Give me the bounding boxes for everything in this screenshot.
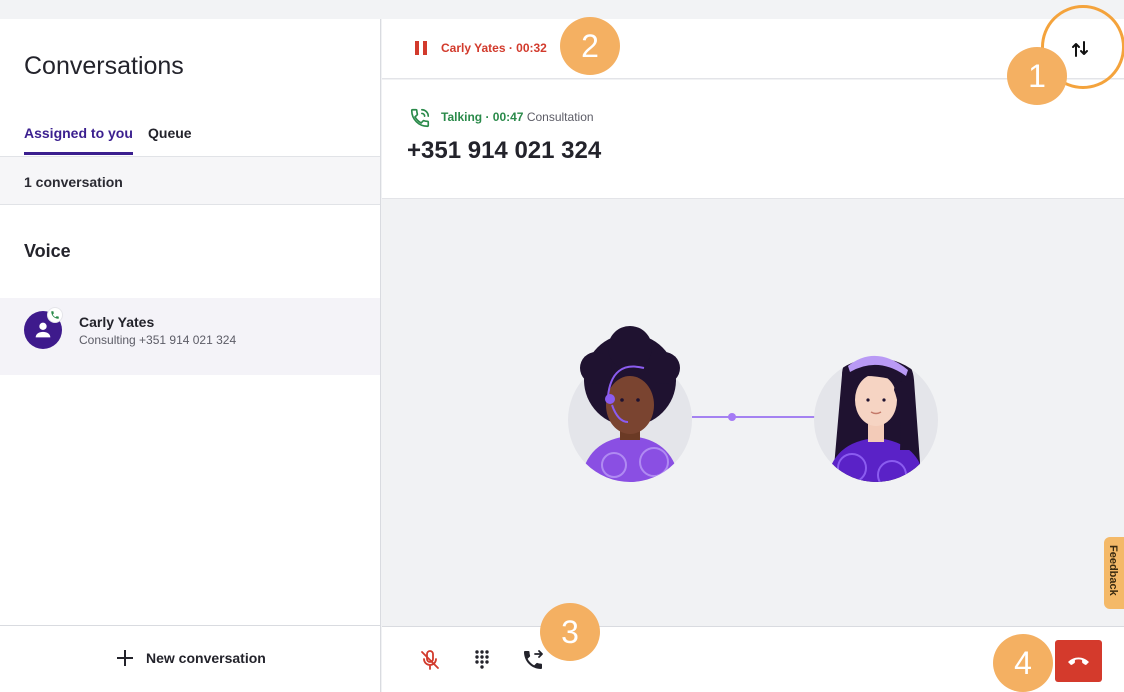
tab-assigned-to-you[interactable]: Assigned to you [24,125,133,155]
call-panel: Carly Yates · 00:32 Talking · 00:47 Cons… [382,19,1124,692]
tab-queue[interactable]: Queue [148,125,192,155]
conversation-tabs: Assigned to you Queue [0,125,380,157]
pause-icon [415,41,427,55]
active-call-header: Talking · 00:47 Consultation +351 914 02… [382,80,1124,199]
conversation-count-bar: 1 conversation [0,156,380,205]
call-status: Talking · 00:47 Consultation [441,110,594,124]
call-number: +351 914 021 324 [407,137,602,164]
agent-avatar [568,326,692,482]
hang-up-button[interactable] [1055,640,1102,682]
transfer-button[interactable] [521,648,545,672]
callout-4: 4 [993,634,1053,692]
held-call-label: Carly Yates · 00:32 [441,41,547,55]
call-participants-illustration [568,326,938,482]
call-status-talking: Talking · 00:47 [441,110,524,124]
phone-in-talk-icon [410,108,430,128]
person-icon [35,322,51,338]
mute-button[interactable] [418,648,442,672]
phone-icon [51,311,59,319]
conversations-sidebar: Conversations Assigned to you Queue 1 co… [0,19,381,692]
conversation-count: 1 conversation [24,174,123,190]
new-conversation-button[interactable]: New conversation [116,649,266,667]
conversation-name: Carly Yates [79,314,155,330]
call-end-icon [1068,657,1089,665]
feedback-tab[interactable]: Feedback [1104,537,1124,609]
conversation-list-item[interactable]: Carly Yates Consulting +351 914 021 324 [0,298,380,375]
customer-avatar [814,355,938,482]
conversation-subtitle: Consulting +351 914 021 324 [79,333,237,347]
callout-1: 1 [1007,47,1067,105]
keypad-button[interactable] [470,648,494,672]
sidebar-footer: New conversation [0,625,380,692]
mic-off-icon [421,650,439,670]
section-label-voice: Voice [24,241,71,261]
call-badge [47,307,63,323]
callout-2: 2 [560,17,620,75]
plus-icon [117,650,133,666]
dialpad-icon [475,650,489,669]
feedback-label: Feedback [1107,545,1119,596]
top-strip [0,0,1124,19]
callout-3: 3 [540,603,600,661]
phone-forward-icon [524,650,543,669]
new-conversation-label: New conversation [146,650,266,666]
sidebar-title: Conversations [24,52,184,80]
call-type: Consultation [526,110,594,124]
